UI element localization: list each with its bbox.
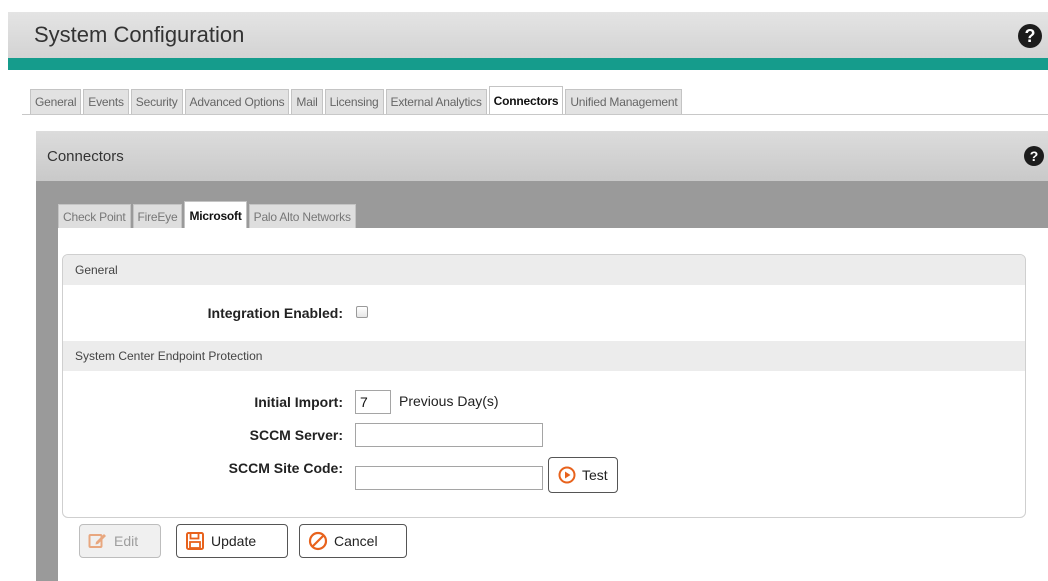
edit-button-label: Edit [114, 533, 139, 549]
test-button-label: Test [582, 467, 608, 483]
page-title: System Configuration [34, 22, 245, 47]
help-icon[interactable]: ? [1024, 146, 1044, 166]
initial-import-label: Initial Import: [254, 394, 343, 410]
tab-general[interactable]: General [30, 89, 82, 114]
tab-palo-alto-networks[interactable]: Palo Alto Networks [248, 204, 356, 229]
general-section-heading: General [63, 255, 1025, 285]
integration-enabled-label: Integration Enabled: [207, 305, 343, 321]
sccm-server-label: SCCM Server: [249, 427, 343, 443]
update-button[interactable]: Update [176, 524, 288, 558]
main-tabs: General Events Security Advanced Options… [30, 86, 684, 114]
tab-security[interactable]: Security [130, 89, 183, 114]
connectors-title: Connectors [47, 148, 124, 165]
update-button-label: Update [211, 533, 257, 549]
accent-bar [8, 58, 1048, 70]
main-panel: Connectors ? Check Point FireEye Microso… [22, 114, 1048, 581]
play-circle-icon [558, 466, 576, 484]
tab-advanced-options[interactable]: Advanced Options [184, 89, 290, 114]
save-icon [185, 531, 205, 551]
connectors-frame: Check Point FireEye Microsoft Palo Alto … [36, 181, 1048, 581]
connector-tabs: Check Point FireEye Microsoft Palo Alto … [58, 201, 358, 229]
initial-import-input[interactable] [355, 390, 391, 414]
cancel-button[interactable]: Cancel [299, 524, 407, 558]
tab-external-analytics[interactable]: External Analytics [385, 89, 487, 114]
settings-section: General Integration Enabled: System Cent… [62, 254, 1026, 518]
edit-button[interactable]: Edit [79, 524, 161, 558]
tab-microsoft[interactable]: Microsoft [184, 201, 247, 229]
help-icon[interactable]: ? [1018, 24, 1042, 48]
cancel-icon [308, 531, 328, 551]
sccm-site-code-label: SCCM Site Code: [228, 460, 343, 476]
tab-fireeye[interactable]: FireEye [132, 204, 183, 229]
cancel-button-label: Cancel [334, 533, 378, 549]
tab-licensing[interactable]: Licensing [324, 89, 384, 114]
tab-events[interactable]: Events [83, 89, 129, 114]
microsoft-content: General Integration Enabled: System Cent… [58, 228, 1048, 581]
pencil-icon [88, 532, 108, 550]
initial-import-unit: Previous Day(s) [399, 393, 499, 409]
tab-check-point[interactable]: Check Point [58, 204, 131, 229]
test-button[interactable]: Test [548, 457, 618, 493]
title-bar: System Configuration ? [8, 12, 1048, 58]
scep-section-heading: System Center Endpoint Protection [63, 341, 1025, 371]
tab-connectors[interactable]: Connectors [488, 86, 564, 114]
tab-mail[interactable]: Mail [291, 89, 323, 114]
integration-enabled-checkbox[interactable] [356, 306, 368, 318]
tab-unified-management[interactable]: Unified Management [565, 89, 683, 114]
sccm-server-input[interactable] [355, 423, 543, 447]
connectors-header: Connectors ? [36, 131, 1048, 181]
sccm-site-code-input[interactable] [355, 466, 543, 490]
